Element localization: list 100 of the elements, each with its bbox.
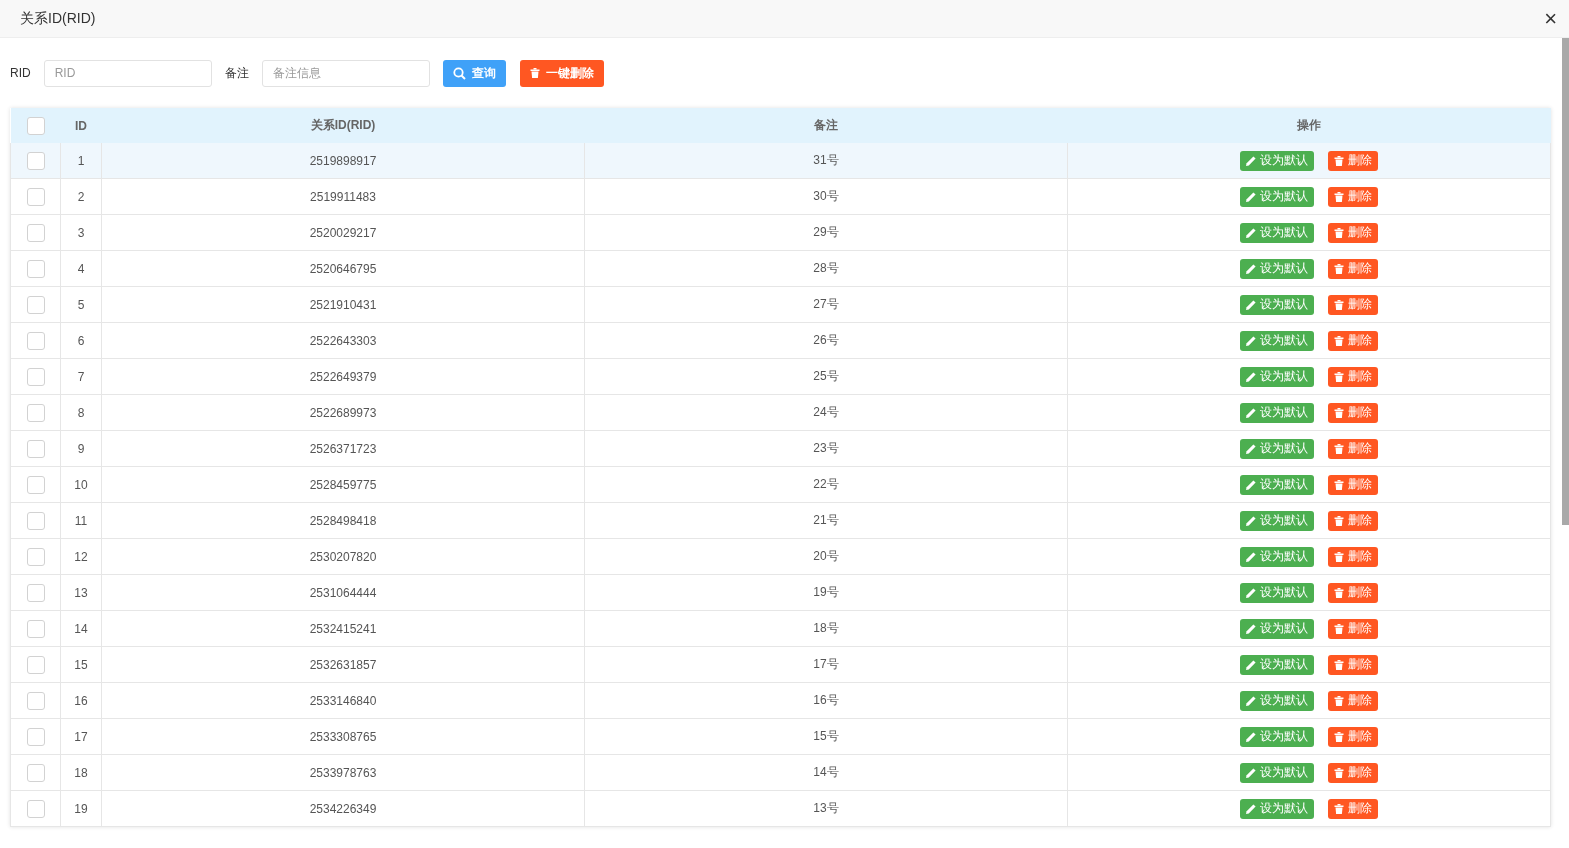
table-row[interactable]: 12 2530207820 20号 设为默认 删除	[10, 538, 1551, 575]
delete-button[interactable]: 删除	[1328, 474, 1378, 495]
delete-button[interactable]: 删除	[1328, 726, 1378, 747]
delete-button[interactable]: 删除	[1328, 690, 1378, 711]
table-row[interactable]: 18 2533978763 14号 设为默认 删除	[10, 754, 1551, 791]
set-default-button[interactable]: 设为默认	[1240, 438, 1314, 459]
delete-button[interactable]: 删除	[1328, 654, 1378, 675]
set-default-button[interactable]: 设为默认	[1240, 726, 1314, 747]
close-button[interactable]: ×	[1544, 7, 1557, 30]
table-row[interactable]: 16 2533146840 16号 设为默认 删除	[10, 682, 1551, 719]
table-cell: 16	[60, 682, 102, 719]
delete-button[interactable]: 删除	[1328, 222, 1378, 243]
set-default-button[interactable]: 设为默认	[1240, 798, 1314, 819]
table-cell: 14号	[584, 754, 1068, 791]
set-default-button[interactable]: 设为默认	[1240, 330, 1314, 351]
pencil-icon	[1246, 155, 1256, 166]
table-row[interactable]: 14 2532415241 18号 设为默认 删除	[10, 610, 1551, 647]
checkbox[interactable]	[26, 187, 45, 206]
set-default-button[interactable]: 设为默认	[1240, 366, 1314, 387]
set-default-button[interactable]: 设为默认	[1240, 762, 1314, 783]
set-default-button[interactable]: 设为默认	[1240, 294, 1314, 315]
checkbox[interactable]	[26, 583, 45, 602]
trash-icon	[1334, 263, 1344, 274]
table-row[interactable]: 9 2526371723 23号 设为默认 删除	[10, 430, 1551, 467]
delete-button[interactable]: 删除	[1328, 186, 1378, 207]
table-row[interactable]: 8 2522689973 24号 设为默认 删除	[10, 394, 1551, 431]
input-field[interactable]: RID	[43, 59, 212, 87]
trash-icon	[1334, 515, 1344, 526]
checkbox[interactable]	[26, 799, 45, 818]
delete-button[interactable]: 删除	[1328, 402, 1378, 423]
checkbox[interactable]	[26, 619, 45, 638]
table-row[interactable]: 19 2534226349 13号 设为默认 删除	[10, 790, 1551, 827]
search-button[interactable]: 查询	[442, 59, 506, 87]
trash-icon	[1334, 371, 1344, 382]
delete-button[interactable]: 删除	[1328, 618, 1378, 639]
table-row[interactable]: 11 2528498418 21号 设为默认 删除	[10, 502, 1551, 539]
input-field[interactable]: 备注信息	[261, 59, 430, 87]
pencil-icon	[1246, 623, 1256, 634]
window-title: 关系ID(RID)	[20, 9, 96, 28]
table-row[interactable]: 2 2519911483 30号 设为默认 删除	[10, 178, 1551, 215]
set-default-button[interactable]: 设为默认	[1240, 546, 1314, 567]
trash-icon	[1334, 731, 1344, 742]
table-row[interactable]: 10 2528459775 22号 设为默认 删除	[10, 466, 1551, 503]
set-default-button[interactable]: 设为默认	[1240, 654, 1314, 675]
set-default-button[interactable]: 设为默认	[1240, 474, 1314, 495]
checkbox[interactable]	[26, 691, 45, 710]
delete-button[interactable]: 删除	[1328, 330, 1378, 351]
table-row[interactable]: 7 2522649379 25号 设为默认 删除	[10, 358, 1551, 395]
table-cell: 2522649379	[101, 358, 585, 395]
trash-icon	[1334, 695, 1344, 706]
checkbox[interactable]	[26, 547, 45, 566]
checkbox[interactable]	[26, 511, 45, 530]
table-row[interactable]: 3 2520029217 29号 设为默认 删除	[10, 214, 1551, 251]
checkbox[interactable]	[26, 475, 45, 494]
pencil-icon	[1246, 263, 1256, 274]
trash-icon	[1334, 659, 1344, 670]
set-default-button[interactable]: 设为默认	[1240, 258, 1314, 279]
pencil-icon	[1246, 659, 1256, 670]
set-default-button[interactable]: 设为默认	[1240, 690, 1314, 711]
table-row[interactable]: 17 2533308765 15号 设为默认 删除	[10, 718, 1551, 755]
checkbox[interactable]	[26, 331, 45, 350]
set-default-button[interactable]: 设为默认	[1240, 402, 1314, 423]
delete-button[interactable]: 删除	[1328, 546, 1378, 567]
checkbox[interactable]	[26, 367, 45, 386]
checkbox[interactable]	[26, 403, 45, 422]
checkbox[interactable]	[26, 223, 45, 242]
delete-button[interactable]: 删除	[1328, 510, 1378, 531]
table-cell: 2528498418	[101, 502, 585, 539]
delete-button[interactable]: 删除	[1328, 258, 1378, 279]
trash-icon	[1334, 587, 1344, 598]
delete-button[interactable]: 删除	[1328, 762, 1378, 783]
checkbox[interactable]	[26, 151, 45, 170]
delete-button[interactable]: 删除	[1328, 438, 1378, 459]
table-row[interactable]: 13 2531064444 19号 设为默认 删除	[10, 574, 1551, 611]
table-row[interactable]: 1 2519898917 31号 设为默认 删除	[10, 143, 1551, 179]
checkbox[interactable]	[26, 727, 45, 746]
delete-button[interactable]: 一键删除	[519, 59, 604, 87]
trash-icon	[1334, 443, 1344, 454]
set-default-button[interactable]: 设为默认	[1240, 618, 1314, 639]
checkbox[interactable]	[26, 295, 45, 314]
delete-button[interactable]: 删除	[1328, 150, 1378, 171]
table-row[interactable]: 4 2520646795 28号 设为默认 删除	[10, 250, 1551, 287]
table-row[interactable]: 5 2521910431 27号 设为默认 删除	[10, 286, 1551, 323]
set-default-button[interactable]: 设为默认	[1240, 582, 1314, 603]
checkbox[interactable]	[26, 259, 45, 278]
delete-button[interactable]: 删除	[1328, 798, 1378, 819]
set-default-button[interactable]: 设为默认	[1240, 222, 1314, 243]
delete-button[interactable]: 删除	[1328, 366, 1378, 387]
checkbox[interactable]	[26, 439, 45, 458]
set-default-button[interactable]: 设为默认	[1240, 510, 1314, 531]
checkbox[interactable]	[26, 116, 45, 135]
delete-button[interactable]: 删除	[1328, 582, 1378, 603]
table-row[interactable]: 15 2532631857 17号 设为默认 删除	[10, 646, 1551, 683]
set-default-button[interactable]: 设为默认	[1240, 150, 1314, 171]
checkbox[interactable]	[26, 763, 45, 782]
scrollbar[interactable]	[1562, 38, 1569, 525]
table-row[interactable]: 6 2522643303 26号 设为默认 删除	[10, 322, 1551, 359]
set-default-button[interactable]: 设为默认	[1240, 186, 1314, 207]
checkbox[interactable]	[26, 655, 45, 674]
delete-button[interactable]: 删除	[1328, 294, 1378, 315]
